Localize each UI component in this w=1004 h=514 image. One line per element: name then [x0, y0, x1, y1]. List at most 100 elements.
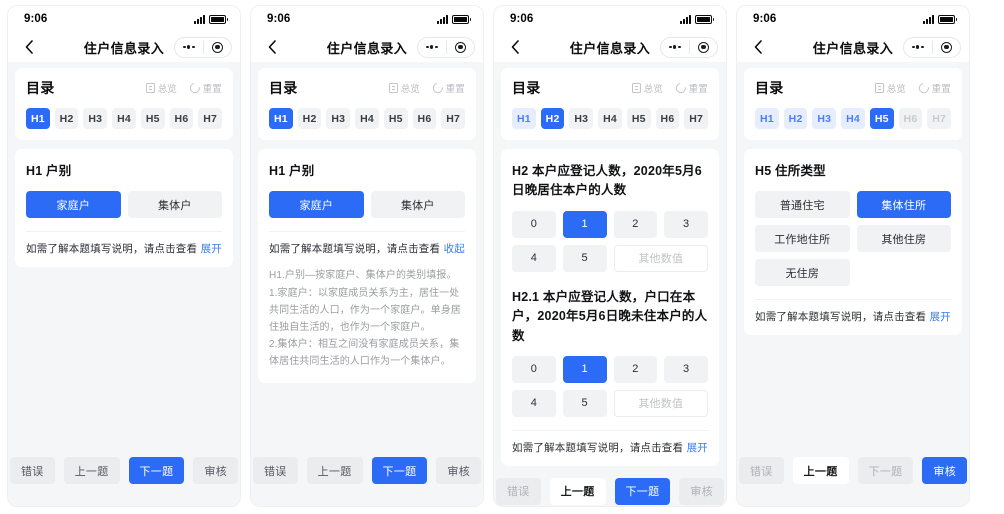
prev-question-button[interactable]: 上一题 [549, 477, 606, 505]
help-toggle-button[interactable]: 展开 [687, 440, 708, 455]
option-gongzuodizhusuo[interactable]: 工作地住所 [755, 225, 850, 253]
help-toggle-button[interactable]: 展开 [930, 309, 951, 324]
help-hint-row: 如需了解本题填写说明，请点击查看 展开 [26, 231, 222, 267]
next-question-button[interactable]: 下一题 [614, 477, 671, 505]
tab-h5[interactable]: H5 [140, 108, 165, 129]
error-button[interactable]: 错误 [9, 457, 55, 484]
tab-h3[interactable]: H3 [569, 108, 594, 129]
option-1[interactable]: 1 [562, 210, 607, 238]
status-icons [680, 14, 714, 24]
signal-icon [437, 14, 448, 24]
overview-button[interactable]: 总览 [389, 81, 420, 95]
option-4[interactable]: 4 [512, 244, 556, 272]
reset-button[interactable]: 重置 [431, 81, 465, 95]
prev-question-button[interactable]: 上一题 [792, 457, 849, 484]
tab-h2[interactable]: H2 [783, 108, 808, 129]
error-button[interactable]: 错误 [252, 457, 298, 484]
tab-h1[interactable]: H1 [26, 108, 50, 129]
tab-h5[interactable]: H5 [626, 108, 651, 129]
back-icon[interactable] [20, 38, 38, 56]
option-jitihu[interactable]: 集体户 [370, 191, 465, 219]
option-other-value[interactable]: 其他数值 [613, 389, 708, 417]
overview-button[interactable]: 总览 [146, 81, 177, 95]
option-wuzhufang[interactable]: 无住房 [755, 259, 850, 287]
tab-h7[interactable]: H7 [684, 108, 709, 129]
option-jitizhusuo[interactable]: 集体住所 [856, 191, 951, 219]
review-button[interactable]: 审核 [922, 457, 968, 484]
close-mini-program-button[interactable] [690, 41, 718, 53]
tab-h4[interactable]: H4 [355, 108, 379, 129]
tab-h3[interactable]: H3 [326, 108, 351, 129]
tab-h6[interactable]: H6 [412, 108, 437, 129]
wechat-capsule [660, 36, 718, 58]
review-button[interactable]: 审核 [436, 457, 482, 484]
tab-h3[interactable]: H3 [83, 108, 108, 129]
tab-h6[interactable]: H6 [898, 108, 923, 129]
option-1[interactable]: 1 [562, 355, 607, 383]
close-mini-program-button[interactable] [447, 41, 475, 53]
directory-actions: 总览 重置 [389, 81, 465, 95]
overview-button[interactable]: 总览 [632, 81, 663, 95]
close-mini-program-button[interactable] [204, 41, 232, 53]
tab-h2[interactable]: H2 [297, 108, 322, 129]
option-qitazhufang[interactable]: 其他住房 [856, 225, 951, 253]
option-jiatinghu[interactable]: 家庭户 [269, 191, 364, 219]
tab-h1[interactable]: H1 [755, 108, 779, 129]
option-4[interactable]: 4 [512, 389, 556, 417]
tab-h2[interactable]: H2 [540, 108, 565, 129]
review-button[interactable]: 审核 [679, 477, 725, 505]
tab-h7[interactable]: H7 [927, 108, 952, 129]
next-question-button[interactable]: 下一题 [371, 457, 428, 484]
tab-h6[interactable]: H6 [655, 108, 680, 129]
prev-question-button[interactable]: 上一题 [306, 457, 363, 484]
tab-h6[interactable]: H6 [169, 108, 194, 129]
review-button[interactable]: 审核 [193, 457, 239, 484]
option-5[interactable]: 5 [562, 389, 607, 417]
more-menu-button[interactable] [661, 45, 689, 49]
more-menu-button[interactable] [418, 45, 446, 49]
tab-h5[interactable]: H5 [383, 108, 408, 129]
option-0[interactable]: 0 [512, 210, 556, 238]
reset-button[interactable]: 重置 [917, 81, 951, 95]
tab-h3[interactable]: H3 [812, 108, 837, 129]
reset-button[interactable]: 重置 [188, 81, 222, 95]
tab-h2[interactable]: H2 [54, 108, 79, 129]
option-jitihu[interactable]: 集体户 [127, 191, 222, 219]
more-menu-button[interactable] [904, 45, 932, 49]
option-2[interactable]: 2 [613, 210, 658, 238]
option-5[interactable]: 5 [562, 244, 607, 272]
tab-h7[interactable]: H7 [441, 108, 466, 129]
tab-h5[interactable]: H5 [869, 108, 894, 129]
error-button[interactable]: 错误 [738, 457, 784, 484]
prev-question-button[interactable]: 上一题 [63, 457, 120, 484]
next-question-button[interactable]: 下一题 [857, 457, 914, 484]
help-toggle-button[interactable]: 展开 [201, 241, 222, 256]
tab-h4[interactable]: H4 [112, 108, 136, 129]
wechat-capsule [417, 36, 475, 58]
back-icon[interactable] [506, 38, 524, 56]
error-button[interactable]: 错误 [495, 477, 541, 505]
overview-button[interactable]: 总览 [875, 81, 906, 95]
option-other-value[interactable]: 其他数值 [613, 244, 708, 272]
tab-h4[interactable]: H4 [598, 108, 622, 129]
phone-screen-2: 9:06 住户信息录入 目录 总览 重置 H1 H2 H3 H4 H5 H6 H… [251, 6, 483, 506]
more-menu-button[interactable] [175, 45, 203, 49]
section-tabs: H1 H2 H3 H4 H5 H6 H7 [755, 108, 952, 129]
reset-button[interactable]: 重置 [674, 81, 708, 95]
option-2[interactable]: 2 [613, 355, 658, 383]
tab-h4[interactable]: H4 [841, 108, 865, 129]
option-3[interactable]: 3 [664, 355, 708, 383]
overview-label: 总览 [886, 84, 907, 95]
option-jiatinghu[interactable]: 家庭户 [26, 191, 121, 219]
back-icon[interactable] [263, 38, 281, 56]
next-question-button[interactable]: 下一题 [128, 457, 185, 484]
tab-h1[interactable]: H1 [269, 108, 293, 129]
option-0[interactable]: 0 [512, 355, 556, 383]
option-putongzhuzhai[interactable]: 普通住宅 [755, 191, 850, 219]
back-icon[interactable] [749, 38, 767, 56]
tab-h7[interactable]: H7 [198, 108, 223, 129]
close-mini-program-button[interactable] [933, 41, 961, 53]
tab-h1[interactable]: H1 [512, 108, 536, 129]
help-toggle-button[interactable]: 收起 [444, 241, 465, 256]
option-3[interactable]: 3 [664, 210, 708, 238]
